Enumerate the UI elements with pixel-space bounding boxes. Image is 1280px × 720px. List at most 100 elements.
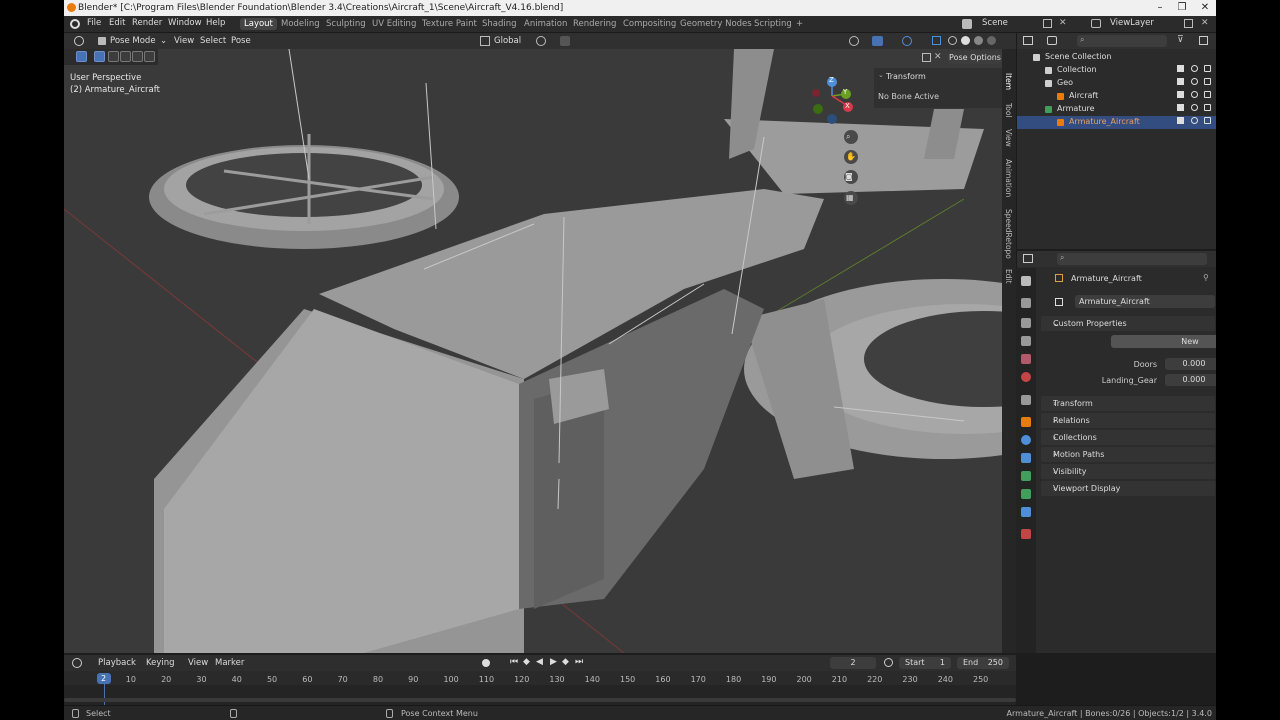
gizmo-toggle-icon[interactable] xyxy=(872,36,883,46)
xray-icon[interactable] xyxy=(932,36,941,45)
gizmo-y-label[interactable]: Y xyxy=(843,88,847,96)
overlay-toggle-icon[interactable] xyxy=(902,36,912,46)
tab-layout[interactable]: Layout xyxy=(240,18,277,30)
property-section-collections[interactable]: › Collections xyxy=(1041,430,1215,445)
orientation-selector[interactable]: Global xyxy=(494,36,521,46)
menu-window[interactable]: Window xyxy=(168,18,202,28)
tab-sculpting[interactable]: Sculpting xyxy=(322,18,370,30)
tab-edit[interactable]: Edit xyxy=(1004,269,1013,284)
tab-view[interactable]: View xyxy=(1004,129,1013,147)
menu-render[interactable]: Render xyxy=(132,18,162,28)
tab-modeling[interactable]: Modeling xyxy=(277,18,324,30)
scene-tab-icon[interactable] xyxy=(1021,354,1031,364)
property-section-relations[interactable]: › Relations xyxy=(1041,413,1215,428)
tab-compositing[interactable]: Compositing xyxy=(619,18,680,30)
view-layer-tab-icon[interactable] xyxy=(1021,336,1031,346)
tab-animation[interactable]: Animation xyxy=(1004,159,1013,197)
texture-tab-icon[interactable] xyxy=(1021,529,1031,539)
scene-icon[interactable] xyxy=(962,19,972,29)
pan-hand-icon[interactable]: ✋ xyxy=(846,152,856,161)
eye-icon[interactable] xyxy=(1191,65,1198,72)
delete-view-layer-icon[interactable]: ✕ xyxy=(1201,18,1209,28)
select-extend-icon[interactable] xyxy=(108,51,119,62)
new-property-button[interactable]: New xyxy=(1111,335,1216,348)
close-icon[interactable]: ✕ xyxy=(934,52,942,62)
3d-viewport[interactable]: User Perspective (2) Armature_Aircraft Z… xyxy=(64,49,1002,653)
pin-icon[interactable]: ⚲ xyxy=(1203,273,1209,282)
particles-tab-icon[interactable] xyxy=(1021,453,1031,463)
camera-icon[interactable] xyxy=(1204,78,1211,85)
outliner-row[interactable]: Collection xyxy=(1017,64,1216,77)
next-keyframe-icon[interactable]: ◆ xyxy=(562,657,569,667)
view-layer-icon[interactable] xyxy=(1091,19,1101,28)
new-scene-icon[interactable] xyxy=(1043,19,1052,28)
new-collection-icon[interactable] xyxy=(1199,36,1208,45)
outliner-search-input[interactable] xyxy=(1077,35,1167,47)
bone-tab-icon[interactable] xyxy=(1021,507,1031,517)
outliner-row[interactable]: Geo xyxy=(1017,77,1216,90)
armature-data-icon[interactable] xyxy=(1055,298,1063,306)
properties-editor-icon[interactable] xyxy=(1023,254,1033,263)
timeline-menu-playback[interactable]: Playback xyxy=(98,658,136,668)
exclude-checkbox[interactable] xyxy=(1177,78,1184,85)
outliner-row[interactable]: Armature xyxy=(1017,103,1216,116)
chevron-down-icon[interactable]: ⌄ xyxy=(878,71,884,79)
output-tab-icon[interactable] xyxy=(1021,318,1031,328)
collection-tab-icon[interactable] xyxy=(1021,395,1031,405)
property-section-visibility[interactable]: › Visibility xyxy=(1041,464,1215,479)
exclude-checkbox[interactable] xyxy=(1177,65,1184,72)
transform-panel-title[interactable]: Transform xyxy=(886,72,926,81)
add-workspace-button[interactable]: + xyxy=(792,18,807,30)
delete-scene-icon[interactable]: ✕ xyxy=(1059,18,1067,28)
solid-shading-icon[interactable] xyxy=(961,36,970,45)
grid-icon[interactable]: ▦ xyxy=(846,193,854,202)
clock-icon[interactable] xyxy=(884,658,893,667)
view-layer-name[interactable]: ViewLayer xyxy=(1110,18,1154,28)
camera-icon[interactable] xyxy=(1204,91,1211,98)
properties-search-input[interactable] xyxy=(1057,253,1207,265)
timeline-editor-icon[interactable] xyxy=(72,658,82,668)
select-subtract-icon[interactable] xyxy=(120,51,131,62)
new-view-layer-icon[interactable] xyxy=(1184,19,1193,28)
gizmo-z-label[interactable]: Z xyxy=(829,76,834,84)
select-tool-icon[interactable] xyxy=(76,51,87,62)
previous-keyframe-icon[interactable]: ◆ xyxy=(523,657,530,667)
scene-name[interactable]: Scene xyxy=(982,18,1008,28)
close-icon[interactable]: ✕ xyxy=(1199,2,1211,14)
tab-animation[interactable]: Animation xyxy=(520,18,571,30)
data-name-field[interactable]: Armature_Aircraft xyxy=(1075,295,1215,308)
play-reverse-icon[interactable]: ◀ xyxy=(536,657,543,667)
camera-icon[interactable] xyxy=(1204,104,1211,111)
tab-tool[interactable]: Tool xyxy=(1004,103,1013,118)
viewport-menu-select[interactable]: Select xyxy=(200,36,226,46)
tab-speedretopo[interactable]: SpeedRetopo xyxy=(1004,209,1013,259)
maximize-icon[interactable]: ❐ xyxy=(1176,2,1188,14)
tab-uv-editing[interactable]: UV Editing xyxy=(368,18,420,30)
playhead[interactable]: 2 xyxy=(96,673,111,684)
outliner-row[interactable]: Scene Collection xyxy=(1017,51,1216,64)
doors-value-field[interactable]: 0.000 xyxy=(1165,358,1216,370)
rendered-shading-icon[interactable] xyxy=(987,36,996,45)
render-tab-icon[interactable] xyxy=(1021,298,1031,308)
eye-icon[interactable] xyxy=(1191,104,1198,111)
start-frame-field[interactable]: Start 1 xyxy=(899,657,951,669)
timeline[interactable]: 10 20 30 40 50 60 70 80 90 100 110 120 130 140 150 160 1… xyxy=(64,671,1016,705)
select-new-icon[interactable] xyxy=(94,51,105,62)
jump-end-icon[interactable]: ⏭ xyxy=(575,657,583,667)
end-frame-field[interactable]: End 250 xyxy=(957,657,1009,669)
outliner-row[interactable]: Armature_Aircraft xyxy=(1017,116,1216,129)
world-tab-icon[interactable] xyxy=(1021,372,1031,382)
eye-icon[interactable] xyxy=(1191,78,1198,85)
menu-edit[interactable]: Edit xyxy=(109,18,125,28)
outliner-row[interactable]: Aircraft xyxy=(1017,90,1216,103)
viewport-menu-view[interactable]: View xyxy=(174,36,194,46)
display-mode-icon[interactable] xyxy=(1047,36,1057,45)
outliner-editor-icon[interactable] xyxy=(1023,36,1033,45)
armature-data-tab-icon[interactable] xyxy=(1021,489,1031,499)
property-section-motion-paths[interactable]: › Motion Paths xyxy=(1041,447,1215,462)
landing-gear-value-field[interactable]: 0.000 xyxy=(1165,374,1216,386)
tool-tab-icon[interactable] xyxy=(1021,276,1031,286)
snap-icon[interactable] xyxy=(560,36,570,46)
camera-icon[interactable] xyxy=(1204,117,1211,124)
pivot-icon[interactable] xyxy=(536,36,546,46)
